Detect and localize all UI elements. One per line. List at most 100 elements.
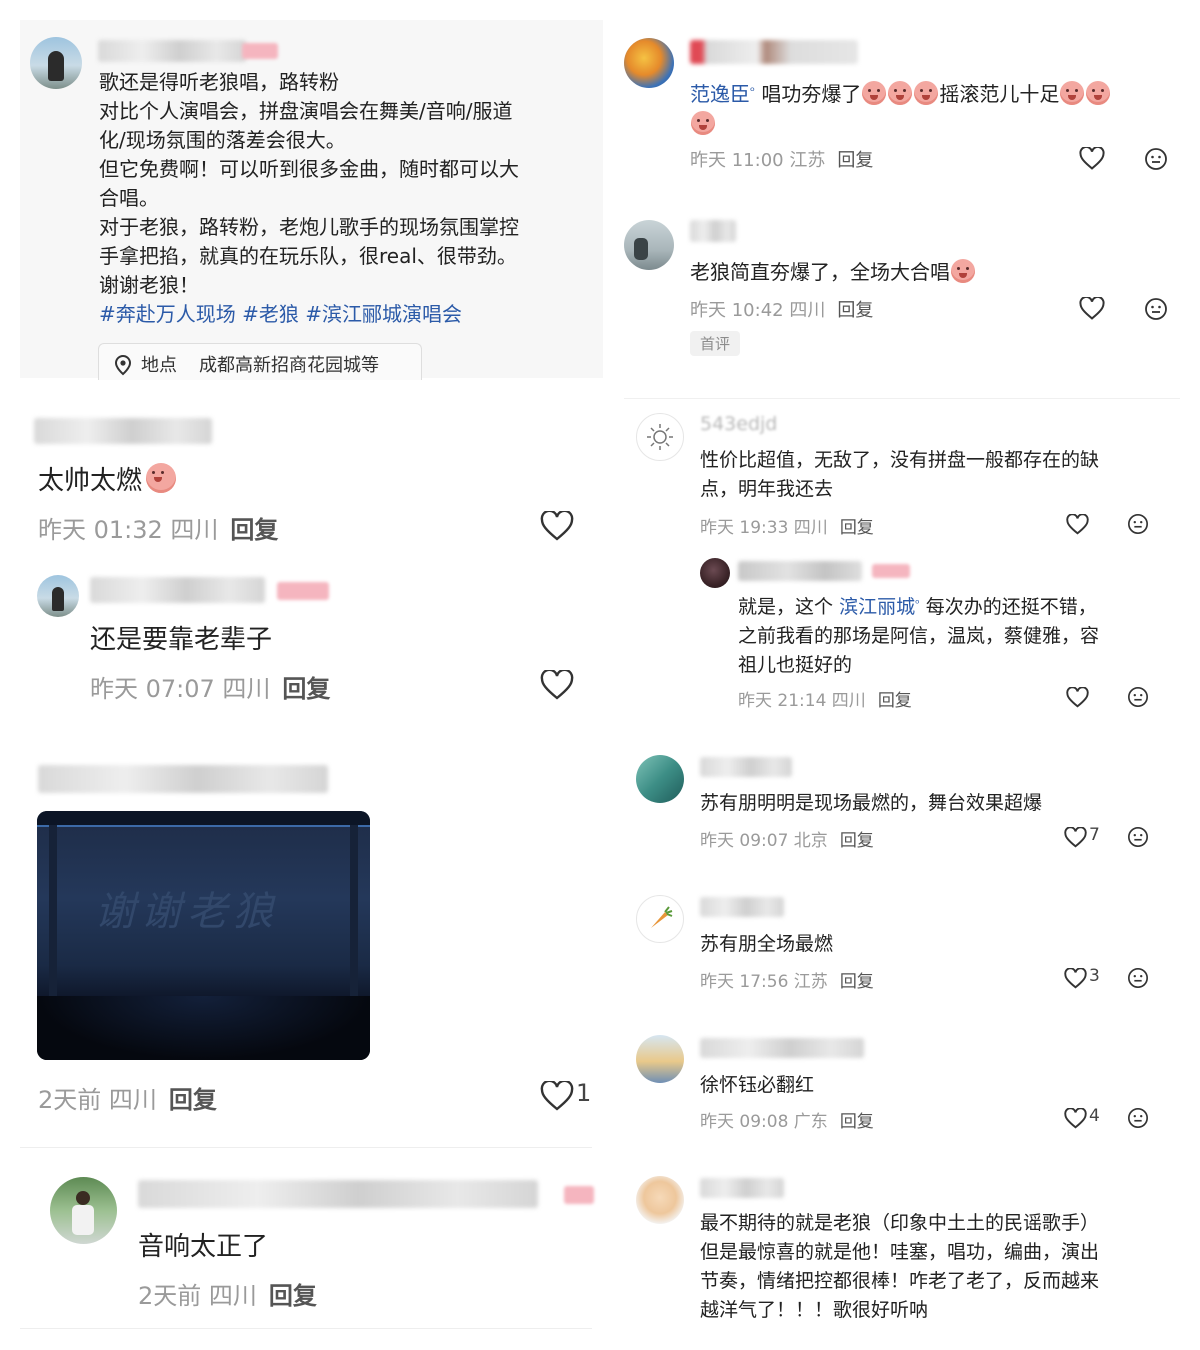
reply-button[interactable]: 回复: [230, 516, 278, 544]
location-label: 地点: [141, 355, 177, 376]
sun-icon: [647, 424, 673, 450]
username-blurred[interactable]: [690, 220, 736, 242]
mention-link[interactable]: 范逸臣: [690, 82, 750, 106]
avatar[interactable]: [37, 575, 79, 617]
heart-icon[interactable]: [540, 670, 574, 700]
comment-text: 性价比超值，无敌了，没有拼盘一般都存在的缺 点，明年我还去: [700, 449, 1100, 500]
reply-button[interactable]: 回复: [837, 300, 873, 321]
comment-meta: 昨天 07:07 四川 回复: [90, 669, 330, 704]
comment-meta: 2天前 四川 回复: [138, 1276, 317, 1311]
heart-icon[interactable]: [1079, 147, 1105, 170]
comment-time: 昨天 21:14 四川: [738, 691, 866, 711]
reply-button[interactable]: 回复: [878, 691, 912, 711]
reply-button[interactable]: 回复: [840, 831, 874, 851]
avatar[interactable]: [636, 1035, 684, 1083]
username-blurred[interactable]: [700, 897, 784, 917]
avatar[interactable]: [636, 755, 684, 803]
avatar[interactable]: [636, 1176, 684, 1224]
reply-button[interactable]: 回复: [282, 675, 330, 703]
post-line: 合唱。: [99, 186, 159, 210]
username-blurred[interactable]: [34, 418, 212, 444]
reply-button[interactable]: 回复: [269, 1282, 317, 1310]
like-count: 4: [1089, 1106, 1100, 1126]
emoji-face-icon: [862, 81, 887, 105]
heart-icon[interactable]: [1079, 297, 1105, 320]
heart-icon[interactable]: [540, 511, 574, 541]
comment-time: 昨天 17:56 江苏: [700, 972, 828, 992]
avatar[interactable]: [624, 220, 674, 270]
heart-icon[interactable]: [1064, 1108, 1087, 1129]
username[interactable]: 543edjd: [700, 413, 777, 435]
comment-meta: 昨天 09:07 北京 回复: [700, 826, 874, 851]
heart-icon[interactable]: [1066, 687, 1089, 708]
avatar[interactable]: [636, 895, 684, 943]
emoji-reaction-icon[interactable]: [1127, 1107, 1149, 1129]
post-line: 对比个人演唱会，拼盘演唱会在舞美/音响/服道: [99, 99, 513, 123]
emoji-reaction-icon[interactable]: [1144, 297, 1168, 321]
heart-icon[interactable]: [1064, 827, 1087, 848]
comment-time: 2天前 四川: [138, 1282, 257, 1310]
username-blurred[interactable]: [700, 1178, 784, 1198]
comment-meta: 昨天 01:32 四川 回复: [38, 510, 278, 545]
user-badge: [564, 1186, 594, 1204]
username-blurred[interactable]: [138, 1180, 538, 1208]
comment-image[interactable]: 谢谢老狼: [37, 811, 370, 1060]
reply-button[interactable]: 回复: [840, 518, 874, 538]
avatar[interactable]: [636, 413, 684, 461]
comment-text: 徐怀钰必翻红: [700, 1074, 815, 1096]
emoji-reaction-icon[interactable]: [1127, 513, 1149, 535]
emoji-face-icon: [1060, 81, 1085, 105]
carrot-icon: [651, 906, 673, 928]
emoji-face-icon: [691, 111, 715, 135]
comment-text: 苏有朋明明是现场最燃的，舞台效果超爆: [700, 792, 1043, 814]
mention-link[interactable]: 滨江丽城: [839, 596, 915, 618]
comment-meta: 昨天 19:33 四川 回复: [700, 513, 874, 538]
emoji-reaction-icon[interactable]: [1127, 686, 1149, 708]
post-body: 歌还是得听老狼唱，路转粉 对比个人演唱会，拼盘演唱会在舞美/音响/服道 化/现场…: [99, 68, 589, 329]
username-blurred[interactable]: [690, 40, 858, 64]
username-blurred[interactable]: [738, 561, 862, 581]
heart-icon[interactable]: [1066, 514, 1089, 535]
username-blurred[interactable]: [700, 757, 792, 777]
comment-text: 范逸臣ᵒ 唱功夯爆了 摇滚范儿十足: [690, 76, 1170, 139]
comment-text: 太帅太燃: [38, 460, 177, 497]
reply-button[interactable]: 回复: [840, 972, 874, 992]
emoji-reaction-icon[interactable]: [1144, 147, 1168, 171]
post-line: 但它免费啊！可以听到很多金曲，随时都可以大: [99, 157, 519, 181]
comment-text: 最不期待的就是老狼（印象中土土的民谣歌手） 但是最惊喜的就是他！哇塞，唱功，编曲…: [700, 1212, 1100, 1321]
emoji-reaction-icon[interactable]: [1127, 967, 1149, 989]
avatar[interactable]: [30, 37, 82, 89]
user-badge: [277, 582, 329, 600]
comment-text: 苏有朋全场最燃: [700, 933, 834, 955]
post-hashtags[interactable]: #奔赴万人现场 #老狼 #滨江郦城演唱会: [99, 300, 589, 329]
avatar[interactable]: [50, 1177, 117, 1244]
reply-button[interactable]: 回复: [169, 1086, 217, 1114]
comment-meta: 2天前 四川 回复: [38, 1080, 217, 1115]
comment-time: 昨天 10:42 四川: [690, 300, 826, 321]
avatar[interactable]: [700, 558, 730, 588]
like-count: 3: [1089, 966, 1100, 986]
emoji-face-icon: [951, 259, 975, 283]
location-chip[interactable]: 地点 成都高新招商花园城等: [98, 343, 422, 380]
comment-meta: 昨天 11:00 江苏 回复: [690, 146, 873, 172]
username-blurred[interactable]: [700, 1038, 864, 1058]
emoji-face-icon: [888, 81, 913, 105]
post-line: 化/现场氛围的落差会很大。: [99, 128, 346, 152]
like-count: 1: [576, 1079, 592, 1107]
reply-button[interactable]: 回复: [840, 1112, 874, 1132]
heart-icon[interactable]: [1064, 968, 1087, 989]
emoji-reaction-icon[interactable]: [1127, 826, 1149, 848]
avatar[interactable]: [624, 38, 674, 88]
emoji-face-icon: [914, 81, 939, 105]
comment-meta: 昨天 21:14 四川 回复: [738, 686, 912, 711]
comment-time: 2天前 四川: [38, 1086, 157, 1114]
username-blurred[interactable]: [98, 40, 246, 62]
comment-time: 昨天 19:33 四川: [700, 518, 828, 538]
username-blurred[interactable]: [38, 765, 328, 793]
heart-icon[interactable]: [540, 1081, 574, 1111]
username-blurred[interactable]: [90, 577, 265, 603]
comment-text: 还是要靠老辈子: [90, 625, 273, 655]
comment-text: 音响太正了: [138, 1232, 269, 1262]
divider: [624, 398, 1180, 399]
reply-button[interactable]: 回复: [837, 150, 873, 171]
